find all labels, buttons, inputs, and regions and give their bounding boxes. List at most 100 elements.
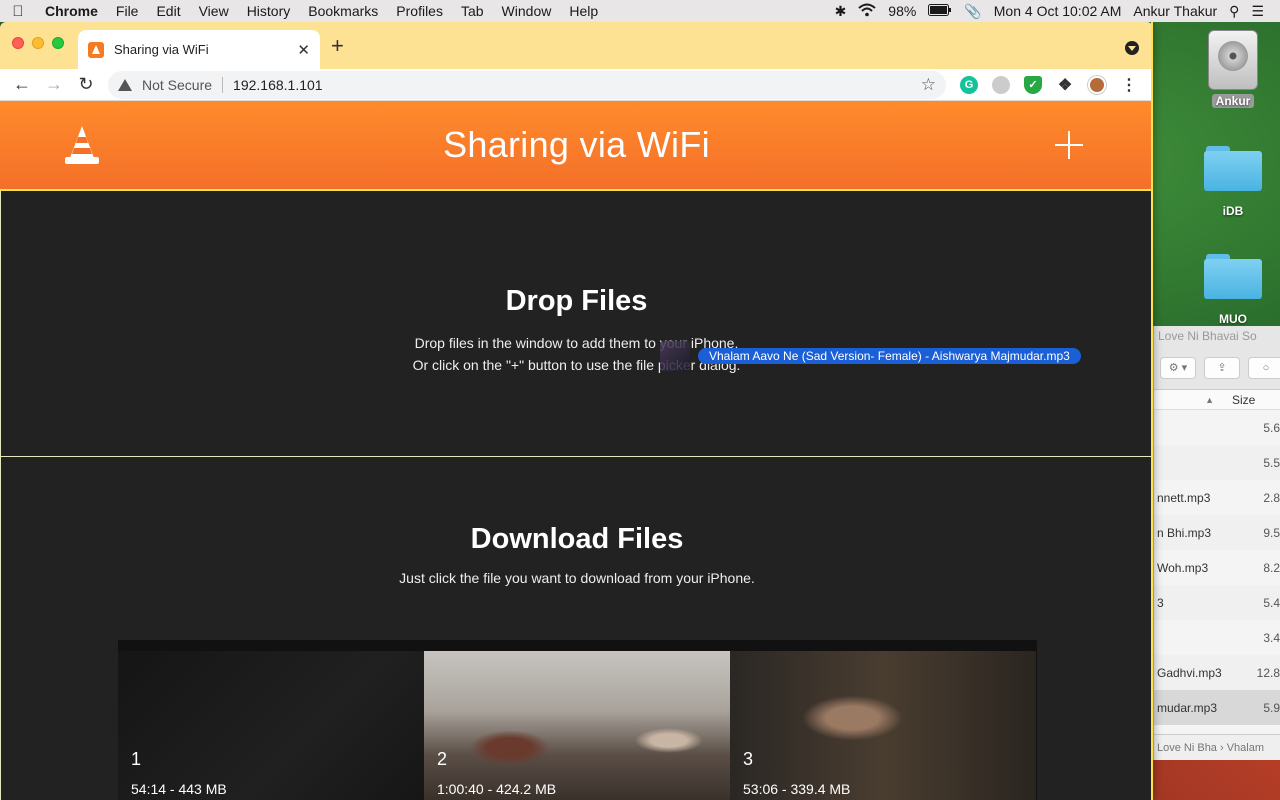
file-size: 5.9 — [1263, 700, 1280, 715]
tab-search-icon[interactable] — [1125, 41, 1139, 55]
share-button[interactable]: ⇪ — [1204, 356, 1240, 379]
page-header: Sharing via WiFi — [0, 101, 1153, 191]
file-size: 5.4 — [1263, 595, 1280, 610]
size-column-header[interactable]: Size — [1220, 393, 1255, 407]
control-center-icon[interactable]: ☰ — [1245, 3, 1270, 20]
address-bar[interactable]: Not Secure 192.168.1.101 ☆ — [108, 70, 946, 99]
omnibox-divider — [222, 76, 224, 93]
security-label[interactable]: Not Secure — [142, 77, 212, 93]
file-size: 9.5 — [1263, 525, 1280, 540]
file-grid: 1 54:14 - 443 MB 2 1:00:40 - 424.2 MB 3 … — [118, 640, 1037, 800]
file-size: 3.4 — [1263, 630, 1280, 645]
file-size: 5.5 — [1263, 455, 1280, 470]
bookmark-star-icon[interactable]: ☆ — [921, 75, 936, 95]
grammarly-extension-icon[interactable]: G — [960, 75, 978, 94]
menu-chrome[interactable]: Chrome — [36, 3, 107, 19]
extension-icon[interactable] — [992, 75, 1010, 94]
battery-percent: 98% — [888, 3, 917, 19]
bluetooth-icon[interactable]: ✱ — [829, 3, 853, 20]
menu-help[interactable]: Help — [560, 3, 607, 19]
extensions-puzzle-icon[interactable]: ❖ — [1056, 76, 1074, 94]
folder-label: MUO — [1219, 312, 1247, 326]
drop-zone[interactable]: Drop Files Drop files in the window to a… — [0, 191, 1153, 457]
file-name[interactable]: 3 — [1154, 596, 1234, 610]
file-index: 3 — [743, 749, 754, 769]
sort-chevron-icon[interactable]: ▲ — [1154, 395, 1220, 405]
disk-label: Ankur — [1211, 94, 1255, 108]
file-duration-size: 53:06 - 339.4 MB — [743, 781, 851, 797]
zoom-window-button[interactable] — [52, 37, 64, 49]
dragged-file[interactable]: Vhalam Aavo Ne (Sad Version- Female) - A… — [660, 341, 1081, 371]
menu-window[interactable]: Window — [493, 3, 561, 19]
file-index: 1 — [131, 749, 142, 769]
chrome-window: Sharing via WiFi ✕ + ← → ↻ Not Secure 19… — [0, 22, 1153, 800]
folder-muo[interactable]: MUO — [1198, 254, 1268, 326]
download-instruction: Just click the file you want to download… — [399, 570, 755, 586]
forward-button[interactable]: → — [38, 74, 70, 95]
menu-history[interactable]: History — [238, 3, 300, 19]
more-menu-icon[interactable]: ⋮ — [1120, 76, 1138, 94]
menu-bookmarks[interactable]: Bookmarks — [299, 3, 387, 19]
finder-file-list: 5.6 5.5 nnett.mp3 2.8 n Bhi.mp3 9.5 Woh.mp… — [1154, 410, 1280, 725]
shield-extension-icon[interactable]: ✓ — [1024, 75, 1042, 94]
new-tab-button[interactable]: + — [331, 35, 344, 57]
finder-window: Love Ni Bhavai So ⚙ ▾ ⇪ ○ ▲ Size 5.6 5.5… — [1153, 326, 1280, 760]
paperclip-icon[interactable]: 📎 — [958, 3, 987, 20]
spotlight-search-icon[interactable]: ⚲ — [1223, 3, 1245, 20]
window-controls — [12, 37, 64, 49]
file-name[interactable]: mudar.mp3 — [1154, 701, 1234, 715]
finder-path-bar[interactable]: Love Ni Bha › Vhalam — [1154, 734, 1280, 760]
file-duration-size: 54:14 - 443 MB — [131, 781, 227, 797]
finder-toolbar: ⚙ ▾ ⇪ ○ — [1154, 346, 1280, 390]
back-button[interactable]: ← — [6, 74, 38, 95]
file-size: 5.6 — [1263, 420, 1280, 435]
file-size: 8.2 — [1263, 560, 1280, 575]
disk-icon[interactable]: Ankur — [1198, 30, 1268, 108]
menu-edit[interactable]: Edit — [147, 3, 189, 19]
folder-icon — [1204, 146, 1262, 192]
file-name[interactable]: Gadhvi.mp3 — [1154, 666, 1234, 680]
finder-column-header: ▲ Size — [1154, 390, 1280, 410]
extensions-area: G ✓ ❖ ⋮ — [960, 75, 1138, 94]
drop-files-heading: Drop Files — [505, 285, 648, 317]
dragged-file-thumbnail — [660, 341, 690, 371]
close-tab-icon[interactable]: ✕ — [297, 41, 310, 59]
vlc-cone-icon — [65, 126, 99, 164]
browser-toolbar: ← → ↻ Not Secure 192.168.1.101 ☆ G ✓ ❖ ⋮ — [0, 69, 1153, 101]
download-files-heading: Download Files — [470, 523, 684, 555]
clock-datetime[interactable]: Mon 4 Oct 10:02 AM — [988, 3, 1128, 19]
file-name[interactable]: Woh.mp3 — [1154, 561, 1234, 575]
vlc-favicon-icon — [88, 41, 104, 58]
profile-avatar[interactable] — [1088, 75, 1106, 94]
menu-profiles[interactable]: Profiles — [387, 3, 452, 19]
file-tile[interactable]: 3 53:06 - 339.4 MB — [730, 651, 1036, 800]
tag-button[interactable]: ○ — [1248, 356, 1280, 379]
file-duration-size: 1:00:40 - 424.2 MB — [437, 781, 557, 797]
apple-menu-icon[interactable]:  — [0, 3, 36, 20]
file-name[interactable]: nnett.mp3 — [1154, 491, 1234, 505]
page-content: Sharing via WiFi Drop Files Drop files i… — [0, 101, 1153, 800]
tab-sharing-via-wifi[interactable]: Sharing via WiFi ✕ — [78, 30, 320, 69]
url-text[interactable]: 192.168.1.101 — [233, 77, 921, 93]
folder-icon — [1204, 254, 1262, 300]
action-gear-button[interactable]: ⚙ ▾ — [1160, 356, 1196, 379]
file-tile[interactable]: 1 54:14 - 443 MB — [118, 651, 424, 800]
battery-icon[interactable] — [922, 3, 958, 19]
minimize-window-button[interactable] — [32, 37, 44, 49]
add-file-plus-button[interactable] — [1055, 131, 1083, 159]
tab-strip: Sharing via WiFi ✕ + — [0, 22, 1153, 69]
menu-bar:  Chrome File Edit View History Bookmark… — [0, 0, 1280, 22]
menu-file[interactable]: File — [107, 3, 148, 19]
folder-idb[interactable]: iDB — [1198, 146, 1268, 218]
user-name[interactable]: Ankur Thakur — [1127, 3, 1223, 19]
reload-button[interactable]: ↻ — [70, 74, 102, 95]
file-name[interactable]: n Bhi.mp3 — [1154, 526, 1234, 540]
warning-icon[interactable] — [118, 78, 132, 91]
menu-tab[interactable]: Tab — [452, 3, 493, 19]
menu-view[interactable]: View — [190, 3, 238, 19]
folder-label: iDB — [1222, 204, 1244, 218]
wifi-icon[interactable] — [852, 3, 882, 20]
file-tile[interactable]: 2 1:00:40 - 424.2 MB — [424, 651, 730, 800]
dragged-file-name: Vhalam Aavo Ne (Sad Version- Female) - A… — [698, 348, 1081, 364]
close-window-button[interactable] — [12, 37, 24, 49]
